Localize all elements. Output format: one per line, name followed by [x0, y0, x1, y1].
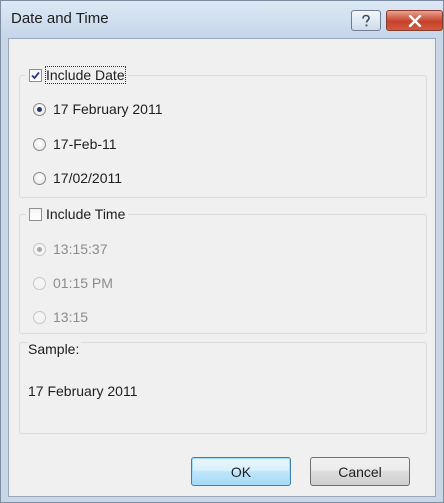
radio-label: 17 February 2011 [53, 101, 163, 117]
help-button[interactable] [351, 10, 381, 31]
time-option-hhmm: 13:15 [33, 307, 88, 327]
include-date-checkbox[interactable]: Include Date [26, 65, 128, 85]
radio-selected-dot [37, 246, 42, 252]
include-time-checkbox-box[interactable] [29, 207, 42, 221]
radio-selected-dot [37, 106, 42, 112]
date-group: Include Date 17 February 2011 17-Feb-11 … [19, 65, 427, 198]
close-icon [408, 14, 421, 27]
help-icon [362, 14, 370, 26]
radio-button[interactable] [33, 102, 46, 116]
sample-value: 17 February 2011 [28, 383, 138, 399]
title-bar[interactable]: Date and Time [1, 1, 443, 38]
radio-button [33, 276, 46, 290]
dialog-body: Include Date 17 February 2011 17-Feb-11 … [8, 38, 436, 497]
cancel-button[interactable]: Cancel [310, 457, 410, 486]
date-option-numeric[interactable]: 17/02/2011 [33, 168, 122, 188]
date-option-short[interactable]: 17-Feb-11 [33, 134, 117, 154]
window-title: Date and Time [11, 10, 109, 27]
include-date-checkbox-box[interactable] [29, 68, 42, 82]
time-option-ampm: 01:15 PM [33, 273, 113, 293]
include-time-label: Include Time [46, 206, 126, 222]
radio-button [33, 310, 46, 324]
radio-label: 17-Feb-11 [53, 136, 117, 152]
radio-label: 17/02/2011 [53, 170, 123, 186]
checkmark-icon [31, 71, 40, 79]
radio-label: 13:15:37 [53, 241, 108, 257]
radio-button[interactable] [33, 137, 46, 151]
close-button[interactable] [386, 10, 443, 31]
include-date-label: Include Date [45, 66, 126, 84]
radio-label: 13:15 [53, 309, 89, 325]
ok-button[interactable]: OK [191, 457, 291, 486]
time-group: Include Time 13:15:37 01:15 PM 13:15 [19, 204, 427, 334]
radio-button [33, 242, 46, 256]
radio-label: 01:15 PM [53, 275, 113, 291]
date-time-dialog: Date and Time Include Date 17 February 2… [0, 0, 444, 503]
include-time-checkbox[interactable]: Include Time [26, 204, 129, 224]
time-option-seconds: 13:15:37 [33, 239, 108, 259]
radio-button[interactable] [33, 171, 46, 185]
date-option-long[interactable]: 17 February 2011 [33, 99, 162, 119]
sample-label: Sample: [28, 341, 82, 357]
sample-group: Sample: 17 February 2011 [19, 341, 427, 434]
